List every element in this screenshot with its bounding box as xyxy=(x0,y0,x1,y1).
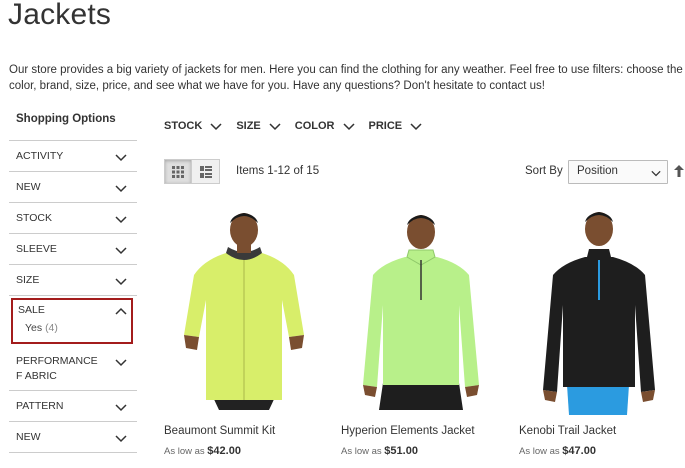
chevron-down-icon xyxy=(115,154,127,162)
filter-pattern[interactable]: PATTERN xyxy=(9,391,137,422)
product-price: $47.00 xyxy=(562,445,596,457)
chevron-up-icon xyxy=(115,307,127,315)
filter-label: SIZE xyxy=(16,274,40,286)
product-name[interactable]: Hyperion Elements Jacket xyxy=(341,425,501,437)
filter-label: NEW xyxy=(16,431,41,443)
filter-sleeve[interactable]: SLEEVE xyxy=(9,234,137,265)
product-image[interactable] xyxy=(519,205,679,415)
product-card[interactable]: Kenobi Trail Jacket As low as $47.00 xyxy=(519,205,679,457)
toolbar-filter-size[interactable]: SIZE xyxy=(236,120,281,132)
filter-stock[interactable]: STOCK xyxy=(9,203,137,234)
sort-direction-arrow-icon[interactable] xyxy=(673,164,685,178)
product-image[interactable] xyxy=(164,205,324,415)
product-name[interactable]: Kenobi Trail Jacket xyxy=(519,425,679,437)
filter-option-count: (4) xyxy=(45,322,58,334)
grid-view-button[interactable] xyxy=(164,159,192,184)
filter-new[interactable]: NEW xyxy=(9,172,137,203)
sort-by-select[interactable]: Position xyxy=(568,160,668,184)
filter-activity[interactable]: ACTIVITY xyxy=(9,141,137,172)
view-mode-switcher xyxy=(164,159,220,184)
chevron-down-icon xyxy=(115,185,127,193)
toolbar-filter-price[interactable]: PRICE xyxy=(369,120,423,132)
product-name[interactable]: Beaumont Summit Kit xyxy=(164,425,324,437)
product-card[interactable]: Beaumont Summit Kit As low as $42.00 xyxy=(164,205,324,457)
filter-label: NEW xyxy=(16,181,41,193)
filter-label: SLEEVE xyxy=(16,243,57,255)
filter-sale[interactable]: SALE Yes (4) xyxy=(11,298,133,344)
filter-label: ACTIVITY xyxy=(16,150,64,162)
page-title: Jackets xyxy=(8,0,112,31)
chevron-down-icon xyxy=(410,123,422,131)
filter-performance-fabric[interactable]: PERFORMANCE F ABRIC xyxy=(9,346,137,391)
filter-label: SALE xyxy=(18,304,45,316)
filter-option-label: Yes xyxy=(25,322,43,334)
sidebar-filters: Shopping Options ACTIVITY NEW STOCK SLEE… xyxy=(9,110,137,453)
toolbar-filter-label: SIZE xyxy=(236,120,261,132)
chevron-down-icon xyxy=(115,216,127,224)
product-price: $42.00 xyxy=(207,445,241,457)
chevron-down-icon xyxy=(115,404,127,412)
toolbar-filter-stock[interactable]: STOCK xyxy=(164,120,222,132)
chevron-down-icon xyxy=(115,278,127,286)
list-view-button[interactable] xyxy=(192,159,220,184)
product-image[interactable] xyxy=(341,205,501,415)
chevron-down-icon xyxy=(115,247,127,255)
toolbar-filters: STOCK SIZE COLOR PRICE xyxy=(164,120,436,132)
toolbar-filter-label: STOCK xyxy=(164,120,203,132)
price-row: As low as $42.00 xyxy=(164,445,324,457)
filter-option-yes[interactable]: Yes (4) xyxy=(18,322,131,334)
items-count: Items 1-12 of 15 xyxy=(236,165,320,177)
chevron-down-icon xyxy=(115,359,127,367)
filter-label: PERFORMANCE F ABRIC xyxy=(16,355,98,382)
chevron-down-icon xyxy=(269,123,281,131)
filter-new-2[interactable]: NEW xyxy=(9,422,137,453)
chevron-down-icon xyxy=(210,123,222,131)
list-icon xyxy=(199,165,212,178)
chevron-down-icon xyxy=(115,435,127,443)
product-price: $51.00 xyxy=(384,445,418,457)
price-prefix: As low as xyxy=(341,446,382,457)
shopping-options-title: Shopping Options xyxy=(9,110,137,141)
filter-label: STOCK xyxy=(16,212,52,224)
price-prefix: As low as xyxy=(519,446,560,457)
filter-label: PATTERN xyxy=(16,400,64,412)
sort-by-label: Sort By xyxy=(525,165,563,177)
filter-size[interactable]: SIZE xyxy=(9,265,137,296)
toolbar-filter-label: PRICE xyxy=(368,120,403,132)
sort-by-value: Position xyxy=(577,165,618,177)
toolbar-filter-label: COLOR xyxy=(294,120,335,132)
price-row: As low as $51.00 xyxy=(341,445,501,457)
category-description: Our store provides a big variety of jack… xyxy=(9,64,683,92)
product-card[interactable]: Hyperion Elements Jacket As low as $51.0… xyxy=(341,205,501,457)
toolbar-filter-color[interactable]: COLOR xyxy=(295,120,355,132)
chevron-down-icon xyxy=(342,123,355,131)
chevron-down-icon xyxy=(651,170,661,177)
grid-icon xyxy=(172,165,184,178)
price-row: As low as $47.00 xyxy=(519,445,679,457)
price-prefix: As low as xyxy=(164,446,205,457)
